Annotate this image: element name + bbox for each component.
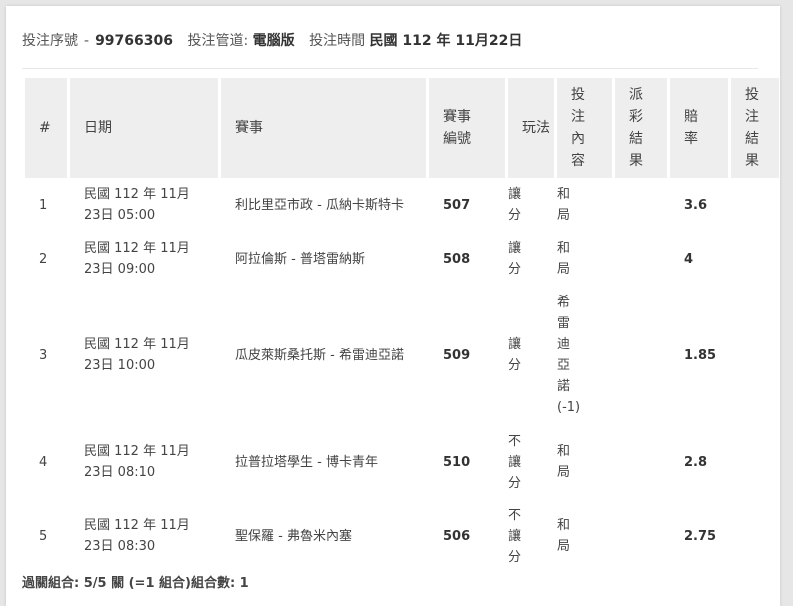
row-date-line2: 23日 10:00 [84, 358, 156, 373]
row-match-no: 506 [443, 528, 471, 544]
row-index: 2 [39, 251, 48, 267]
row-index: 1 [39, 197, 48, 213]
row-match-no: 510 [443, 454, 471, 470]
header-bet-content: 投注內容 [557, 78, 612, 178]
row-content-text: 和局 [557, 241, 571, 277]
bet-ticket-card: 投注序號 -99766306 投注管道: 電腦版 投注時間 民國 112 年 11… [6, 6, 780, 606]
row-date-line1: 民國 112 年 11月 [84, 241, 190, 256]
serial-value: 99766306 [95, 33, 173, 49]
header-bet-content-text: 投注內容 [571, 87, 585, 169]
row-content-text: 希雷迪亞諾 [557, 295, 571, 394]
header-index: # [25, 78, 67, 178]
header-payout: 派彩結果 [615, 78, 667, 178]
row-index: 5 [39, 528, 48, 544]
row-date-line2: 23日 05:00 [84, 208, 156, 223]
header-bet-result-text: 投注結果 [745, 87, 759, 169]
header-play: 玩法 [508, 78, 554, 178]
header-match-no: 賽事編號 [429, 78, 505, 178]
row-match-no: 509 [443, 347, 471, 363]
channel-value: 電腦版 [252, 33, 295, 49]
row-odds: 4 [684, 251, 694, 267]
row-payout [615, 424, 667, 500]
row-index: 3 [39, 347, 48, 363]
row-result [731, 232, 779, 286]
row-content-text: 和局 [557, 187, 571, 223]
table-row: 3 民國 112 年 11月 23日 10:00 瓜皮萊斯桑托斯 - 希雷迪亞諾 … [25, 286, 779, 424]
row-date-line2: 23日 09:00 [84, 262, 156, 277]
row-date-line2: 23日 08:30 [84, 539, 156, 554]
divider [22, 68, 758, 69]
row-result [731, 424, 779, 500]
row-content-extra: (-1) [557, 400, 581, 415]
row-content: 和局 [557, 178, 612, 232]
parlay-summary: 過關組合: 5/5 關 (=1 組合)組合數: 1 [22, 576, 249, 591]
time-label: 投注時間 [309, 33, 366, 49]
row-payout [615, 232, 667, 286]
row-match-no: 507 [443, 197, 471, 213]
row-date: 民國 112 年 11月 23日 08:10 [70, 424, 218, 500]
row-date-line1: 民國 112 年 11月 [84, 444, 190, 459]
row-play-text: 讓分 [508, 241, 522, 277]
serial-dash: - [84, 33, 90, 49]
row-play-text: 讓分 [508, 187, 522, 223]
row-date: 民國 112 年 11月 23日 10:00 [70, 286, 218, 424]
header-date: 日期 [70, 78, 218, 178]
row-result [731, 178, 779, 232]
ticket-meta: 投注序號 -99766306 投注管道: 電腦版 投注時間 民國 112 年 11… [22, 30, 762, 50]
header-match-no-text: 賽事編號 [443, 109, 471, 147]
row-result [731, 500, 779, 572]
row-play-text: 不讓分 [508, 433, 522, 491]
table-row: 4 民國 112 年 11月 23日 08:10 拉普拉塔學生 - 博卡青年 51… [25, 424, 779, 500]
row-content-text: 和局 [557, 518, 571, 554]
row-match: 阿拉倫斯 - 普塔雷納斯 [235, 251, 365, 267]
row-payout [615, 178, 667, 232]
row-play: 讓分 [508, 232, 554, 286]
row-play-text: 不讓分 [508, 507, 522, 565]
table-header-row: # 日期 賽事 賽事編號 玩法 投注內容 派彩結果 賠率 投注結果 [25, 78, 779, 178]
row-play: 讓分 [508, 286, 554, 424]
row-play: 不讓分 [508, 500, 554, 572]
row-payout [615, 286, 667, 424]
table-row: 5 民國 112 年 11月 23日 08:30 聖保羅 - 弗魯米內塞 506 … [25, 500, 779, 572]
table-row: 1 民國 112 年 11月 23日 05:00 利比里亞市政 - 瓜納卡斯特卡 … [25, 178, 779, 232]
row-date: 民國 112 年 11月 23日 08:30 [70, 500, 218, 572]
bet-table: # 日期 賽事 賽事編號 玩法 投注內容 派彩結果 賠率 投注結果 1 民國 1… [22, 78, 782, 572]
row-date-line1: 民國 112 年 11月 [84, 518, 190, 533]
row-content-text: 和局 [557, 444, 571, 480]
row-content: 和局 [557, 232, 612, 286]
row-date: 民國 112 年 11月 23日 09:00 [70, 232, 218, 286]
row-odds: 2.75 [684, 528, 717, 544]
row-play: 不讓分 [508, 424, 554, 500]
row-match: 利比里亞市政 - 瓜納卡斯特卡 [235, 197, 404, 213]
row-odds: 2.8 [684, 454, 708, 470]
row-index: 4 [39, 454, 48, 470]
header-bet-result: 投注結果 [731, 78, 779, 178]
row-result [731, 286, 779, 424]
table-row: 2 民國 112 年 11月 23日 09:00 阿拉倫斯 - 普塔雷納斯 508… [25, 232, 779, 286]
row-date: 民國 112 年 11月 23日 05:00 [70, 178, 218, 232]
row-date-line2: 23日 08:10 [84, 465, 156, 480]
channel-label: 投注管道: [187, 33, 249, 49]
row-match: 瓜皮萊斯桑托斯 - 希雷迪亞諾 [235, 347, 404, 363]
time-value: 民國 112 年 11月22日 [369, 33, 523, 49]
serial-label: 投注序號 [22, 33, 78, 49]
header-odds-text: 賠率 [684, 109, 698, 147]
header-play-text: 玩法 [522, 120, 550, 136]
row-match: 拉普拉塔學生 - 博卡青年 [235, 454, 378, 470]
row-play: 讓分 [508, 178, 554, 232]
row-match-no: 508 [443, 251, 471, 267]
row-content: 和局 [557, 500, 612, 572]
header-payout-text: 派彩結果 [629, 87, 643, 169]
row-date-line1: 民國 112 年 11月 [84, 337, 190, 352]
row-odds: 3.6 [684, 197, 708, 213]
row-match: 聖保羅 - 弗魯米內塞 [235, 528, 352, 544]
row-date-line1: 民國 112 年 11月 [84, 187, 190, 202]
row-payout [615, 500, 667, 572]
row-play-text: 讓分 [508, 337, 522, 373]
row-odds: 1.85 [684, 347, 717, 363]
header-match: 賽事 [221, 78, 426, 178]
header-odds: 賠率 [670, 78, 728, 178]
row-content: 希雷迪亞諾 (-1) [557, 286, 612, 424]
row-content: 和局 [557, 424, 612, 500]
